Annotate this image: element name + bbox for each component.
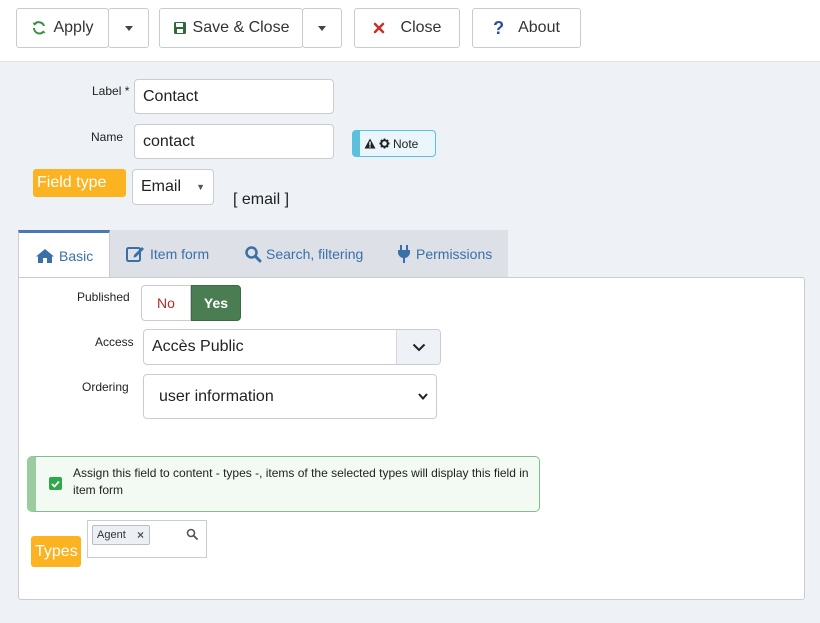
tab-basic[interactable]: Basic — [18, 230, 110, 278]
close-label: Close — [400, 19, 442, 36]
refresh-icon — [31, 20, 47, 36]
type-chip-label: Agent — [97, 529, 126, 541]
name-input[interactable]: contact — [134, 124, 334, 159]
search-icon — [186, 528, 198, 540]
yes-label: Yes — [203, 295, 229, 311]
types-label-text: Types — [35, 542, 78, 560]
field-type-select[interactable]: Email ▼ — [132, 169, 214, 205]
ordering-value: user information — [159, 387, 274, 405]
save-close-dropdown-button[interactable] — [302, 8, 342, 48]
floppy-disk-icon — [173, 21, 187, 35]
check-icon — [51, 480, 60, 488]
plug-icon — [396, 244, 412, 264]
question-icon: ? — [493, 17, 505, 38]
tab-permissions[interactable]: Permissions — [396, 230, 508, 278]
save-close-button[interactable]: Save & Close — [159, 8, 303, 48]
no-label: No — [157, 295, 175, 311]
published-label: Published — [77, 290, 130, 304]
field-type-value: Email — [141, 178, 182, 195]
about-label: About — [518, 19, 560, 36]
note-button[interactable]: Note — [352, 130, 436, 157]
access-value: Accès Public — [152, 338, 244, 355]
access-label: Access — [95, 335, 134, 349]
about-button[interactable]: ? About — [472, 8, 581, 48]
type-chip: Agent × — [92, 525, 150, 545]
name-field-label: Name — [91, 130, 124, 144]
label-input-value: Contact — [143, 87, 199, 105]
edit-icon — [126, 245, 146, 263]
assign-info-box: Assign this field to content - types -, … — [27, 456, 540, 512]
types-multiselect[interactable]: Agent × — [87, 520, 207, 558]
name-input-value: contact — [143, 132, 195, 150]
assign-checkbox[interactable] — [49, 477, 62, 490]
published-toggle: No Yes — [141, 285, 241, 321]
field-type-label: Field type — [33, 169, 126, 197]
caret-down-icon — [318, 25, 326, 31]
label-field-label: Label * — [92, 84, 130, 98]
tab-search-filtering-label: Search, filtering — [266, 246, 364, 262]
close-button[interactable]: Close — [354, 8, 460, 48]
tab-item-form-label: Item form — [150, 246, 210, 262]
warning-icon — [364, 138, 376, 149]
chevron-down-icon — [396, 330, 440, 364]
assign-text: Assign this field to content - types -, … — [73, 466, 529, 497]
tab-bar: Basic Item form Search, filtering Permis… — [18, 230, 508, 278]
field-type-label-text: Field type — [37, 174, 107, 191]
tab-permissions-label: Permissions — [416, 246, 493, 262]
types-label: Types — [31, 536, 81, 567]
caret-down-icon — [124, 25, 133, 31]
remove-chip-icon[interactable]: × — [137, 528, 144, 542]
close-icon — [373, 22, 385, 34]
access-select[interactable]: Accès Public — [143, 329, 441, 365]
ordering-label: Ordering — [82, 380, 129, 394]
label-input[interactable]: Contact — [134, 79, 334, 114]
apply-button[interactable]: Apply — [16, 8, 109, 48]
chevron-down-icon — [418, 393, 428, 400]
tab-search-filtering[interactable]: Search, filtering — [244, 230, 394, 278]
search-icon — [244, 245, 262, 263]
ordering-select[interactable]: user information — [143, 374, 437, 419]
save-close-label: Save & Close — [192, 19, 290, 36]
gear-icon — [379, 138, 390, 149]
home-icon — [35, 248, 55, 264]
toolbar: Apply Save & Close Close ? About — [0, 0, 820, 62]
note-label: Note — [393, 136, 419, 151]
tab-basic-label: Basic — [59, 247, 94, 264]
tab-item-form[interactable]: Item form — [126, 230, 236, 278]
published-no-button[interactable]: No — [141, 285, 191, 321]
select-arrow-icon: ▼ — [196, 182, 205, 192]
field-type-code: [ email ] — [233, 191, 290, 208]
apply-dropdown-button[interactable] — [108, 8, 149, 48]
published-yes-button[interactable]: Yes — [191, 285, 241, 321]
apply-label: Apply — [53, 19, 94, 36]
